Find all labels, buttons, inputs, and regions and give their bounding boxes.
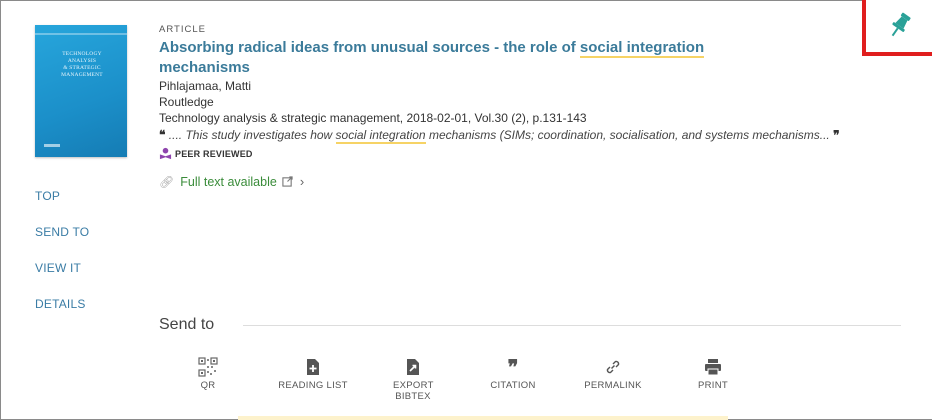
action-label: EXPORT BIBTEX xyxy=(393,380,434,402)
send-to-divider xyxy=(243,325,901,326)
title-text-end: mechanisms xyxy=(159,59,250,76)
full-text-link[interactable]: 🔗︎ Full text available › xyxy=(159,174,899,189)
action-label: CITATION xyxy=(490,380,536,391)
send-to-heading: Send to xyxy=(159,316,215,333)
permalink-icon xyxy=(606,360,620,374)
record-source: Technology analysis & strategic manageme… xyxy=(159,111,587,125)
nav-item-view-it[interactable]: VIEW IT xyxy=(35,260,125,296)
cover-publisher-logo xyxy=(44,144,60,147)
peer-reviewed-badge: PEER REVIEWED xyxy=(159,147,899,160)
record-author[interactable]: Pihlajamaa, Matti xyxy=(159,78,899,94)
scroll-highlight-bar xyxy=(238,416,728,420)
cover-title-line: & STRATEGIC xyxy=(63,65,101,71)
snippet-text: .... This study investigates how xyxy=(165,128,336,142)
action-citation[interactable]: ❞ CITATION xyxy=(463,356,563,391)
resource-type: ARTICLE xyxy=(159,24,206,35)
export-bibtex-icon xyxy=(407,359,419,375)
close-quote-icon: ❞ xyxy=(833,128,840,142)
action-label: PRINT xyxy=(698,380,728,391)
pin-record-button[interactable] xyxy=(862,0,932,56)
record-publisher: Routledge xyxy=(159,95,214,109)
action-export-bibtex[interactable]: EXPORT BIBTEX xyxy=(363,356,463,402)
qr-code-icon xyxy=(198,357,218,377)
chevron-right-icon: › xyxy=(299,174,305,189)
title-highlight: social integration xyxy=(579,39,705,58)
nav-item-details[interactable]: DETAILS xyxy=(35,296,125,332)
action-label: QR xyxy=(200,380,216,391)
cover-title-line: ANALYSIS xyxy=(67,58,97,64)
peer-reviewed-icon xyxy=(159,147,172,160)
record-section-nav: TOP SEND TO VIEW IT DETAILS xyxy=(35,188,125,332)
action-print[interactable]: PRINT xyxy=(663,356,763,391)
title-text: Absorbing radical ideas from unusual sou… xyxy=(159,39,580,56)
nav-item-send-to[interactable]: SEND TO xyxy=(35,224,125,260)
action-label: PERMALINK xyxy=(584,380,642,391)
nav-item-top[interactable]: TOP xyxy=(35,188,125,224)
cover-title-line: TECHNOLOGY xyxy=(62,51,102,57)
reading-list-icon xyxy=(307,359,319,375)
cover-strip xyxy=(35,33,127,35)
record-snippet: ❝ .... This study investigates how socia… xyxy=(159,127,899,144)
action-reading-list[interactable]: READING LIST xyxy=(263,356,363,391)
citation-icon: ❞ xyxy=(507,355,519,379)
record-details: ARTICLE Absorbing radical ideas from unu… xyxy=(159,24,899,189)
snippet-text-end: mechanisms (SIMs; coordination, socialis… xyxy=(425,128,830,142)
cover-title-line: MANAGEMENT xyxy=(61,72,103,78)
external-link-icon xyxy=(282,176,293,187)
print-icon xyxy=(705,359,721,376)
book-cover-thumbnail[interactable]: TECHNOLOGY ANALYSIS & STRATEGIC MANAGEME… xyxy=(35,25,127,157)
peer-reviewed-label: PEER REVIEWED xyxy=(175,148,253,159)
action-qr[interactable]: QR xyxy=(158,356,258,391)
pin-icon xyxy=(891,12,911,37)
snippet-highlight: social integration xyxy=(335,128,426,144)
record-title-link[interactable]: Absorbing radical ideas from unusual sou… xyxy=(159,38,759,78)
cover-title: TECHNOLOGY ANALYSIS & STRATEGIC MANAGEME… xyxy=(43,51,121,79)
link-icon: 🔗︎ xyxy=(159,174,175,189)
action-label: READING LIST xyxy=(278,380,348,391)
full-text-label: Full text available xyxy=(180,174,277,189)
action-permalink[interactable]: PERMALINK xyxy=(563,356,663,391)
